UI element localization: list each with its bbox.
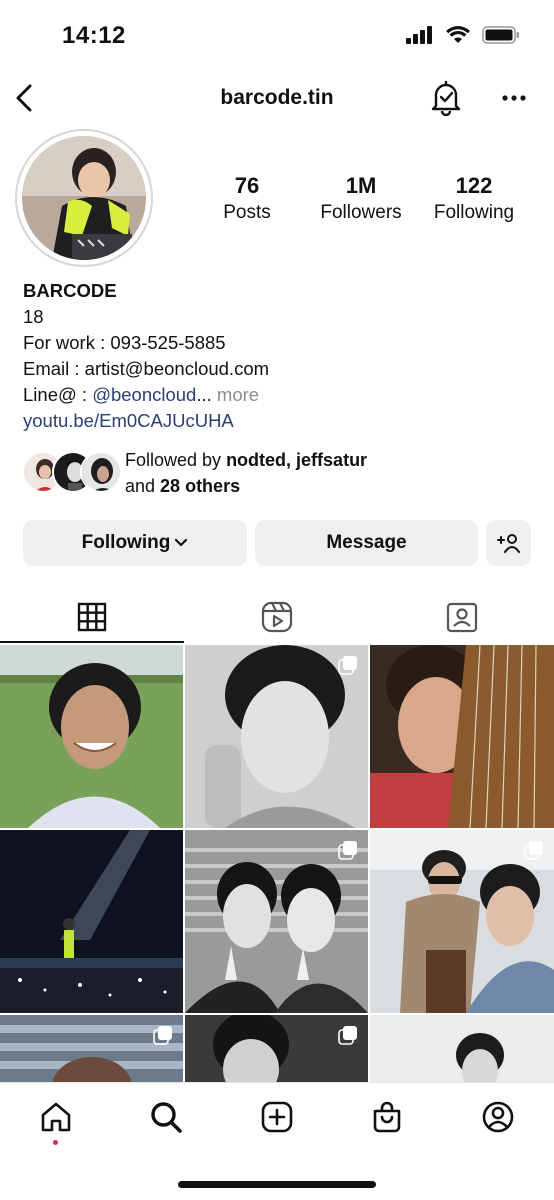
tab-profile[interactable] bbox=[478, 1097, 518, 1137]
more-horizontal-icon bbox=[502, 95, 526, 101]
followed-by-names: nodted, jeffsatur bbox=[226, 450, 368, 470]
tab-home[interactable] bbox=[36, 1097, 76, 1137]
post-thumbnail[interactable] bbox=[185, 1015, 368, 1083]
following-label: Following bbox=[433, 202, 515, 223]
grid-icon bbox=[77, 602, 107, 632]
multiple-images-icon bbox=[153, 1026, 172, 1045]
tab-shop[interactable] bbox=[367, 1097, 407, 1137]
posts-count: 76 bbox=[234, 173, 260, 198]
post-thumbnail[interactable] bbox=[0, 645, 183, 828]
bio-more-button[interactable]: more bbox=[212, 384, 259, 405]
followed-by-and: and bbox=[125, 476, 161, 496]
followed-by-row[interactable]: Followed by nodted, jeffsatur and 28 oth… bbox=[22, 447, 542, 499]
cellular-signal-icon bbox=[406, 26, 432, 44]
active-tab-indicator bbox=[0, 641, 184, 643]
posts-stat[interactable]: 76 Posts bbox=[215, 172, 279, 226]
bell-check-icon bbox=[431, 80, 461, 117]
bio-line-mention-row: Line@ : @beoncloud... more bbox=[23, 382, 543, 408]
tab-tagged[interactable] bbox=[370, 592, 554, 642]
tagged-icon bbox=[446, 602, 478, 633]
post-thumbnail[interactable] bbox=[370, 1015, 554, 1083]
followers-label: Followers bbox=[320, 202, 402, 223]
posts-grid bbox=[0, 645, 554, 1083]
tab-search[interactable] bbox=[146, 1097, 186, 1137]
followed-by-line2: and 28 others bbox=[125, 473, 367, 499]
status-icons bbox=[406, 26, 520, 44]
profile-username: barcode.tin bbox=[220, 86, 334, 109]
tab-create[interactable] bbox=[257, 1097, 297, 1137]
post-thumbnail[interactable] bbox=[370, 830, 554, 1013]
bio-external-link[interactable]: youtu.be/Em0CAJUcUHA bbox=[23, 408, 543, 434]
post-photo bbox=[370, 1015, 554, 1083]
reels-icon bbox=[261, 601, 293, 633]
multiple-images-icon bbox=[338, 841, 357, 860]
create-icon bbox=[261, 1101, 293, 1133]
message-button-label: Message bbox=[326, 532, 407, 553]
profile-header: barcode.tin bbox=[0, 74, 554, 124]
post-thumbnail[interactable] bbox=[0, 1015, 183, 1083]
display-name: BARCODE bbox=[23, 280, 117, 301]
post-thumbnail[interactable] bbox=[185, 645, 368, 828]
post-thumbnail[interactable] bbox=[185, 830, 368, 1013]
status-bar: 14:12 bbox=[0, 0, 554, 70]
multiple-images-icon bbox=[338, 656, 357, 675]
post-photo bbox=[0, 830, 183, 1013]
content-tabs bbox=[0, 592, 554, 644]
following-button[interactable]: Following bbox=[23, 520, 247, 566]
bio-line: 18 bbox=[23, 306, 44, 327]
message-button[interactable]: Message bbox=[255, 520, 478, 566]
home-notification-dot bbox=[53, 1140, 58, 1145]
wifi-icon bbox=[446, 26, 470, 43]
battery-icon bbox=[482, 26, 519, 44]
followed-by-prefix: Followed by bbox=[125, 450, 227, 470]
profile-avatar[interactable] bbox=[22, 136, 146, 260]
following-count: 122 bbox=[455, 173, 493, 198]
post-thumbnail[interactable] bbox=[370, 645, 554, 828]
avatar-photo bbox=[22, 136, 146, 260]
tab-reels[interactable] bbox=[185, 592, 369, 642]
post-photo bbox=[0, 645, 183, 828]
followed-by-others: 28 others bbox=[160, 476, 241, 496]
multiple-images-icon bbox=[338, 1026, 357, 1045]
notifications-button[interactable] bbox=[429, 80, 463, 117]
multiple-images-icon bbox=[524, 841, 543, 860]
followers-count: 1M bbox=[345, 173, 377, 198]
bio-ellipsis: ... bbox=[196, 384, 212, 405]
profile-bio: BARCODE 18 For work : 093-525-5885 Email… bbox=[23, 278, 543, 434]
home-icon bbox=[41, 1102, 71, 1132]
profile-icon bbox=[482, 1101, 514, 1133]
followers-stat[interactable]: 1M Followers bbox=[313, 172, 409, 226]
tab-posts-grid[interactable] bbox=[0, 592, 184, 642]
post-thumbnail[interactable] bbox=[0, 830, 183, 1013]
bio-line: For work : 093-525-5885 bbox=[23, 332, 226, 353]
follower-avatar bbox=[80, 451, 122, 493]
status-time: 14:12 bbox=[62, 22, 126, 49]
add-person-icon bbox=[496, 534, 520, 553]
home-indicator bbox=[178, 1181, 376, 1188]
followed-by-text: Followed by nodted, jeffsatur and 28 oth… bbox=[125, 447, 367, 499]
bio-line-prefix: Line@ : bbox=[23, 384, 93, 405]
suggested-users-button[interactable] bbox=[486, 520, 531, 566]
search-icon bbox=[151, 1102, 182, 1133]
followed-by-line1: Followed by nodted, jeffsatur bbox=[125, 447, 367, 473]
following-button-label: Following bbox=[81, 532, 171, 553]
more-options-button[interactable] bbox=[498, 84, 530, 112]
bio-line: Email : artist@beoncloud.com bbox=[23, 358, 270, 379]
chevron-down-icon bbox=[175, 538, 188, 547]
bio-mention-link[interactable]: @beoncloud bbox=[92, 384, 196, 405]
following-stat[interactable]: 122 Following bbox=[428, 172, 520, 226]
follower-avatar-photo bbox=[82, 453, 120, 491]
posts-label: Posts bbox=[223, 202, 271, 223]
post-photo bbox=[370, 645, 554, 828]
shop-icon bbox=[373, 1101, 401, 1133]
